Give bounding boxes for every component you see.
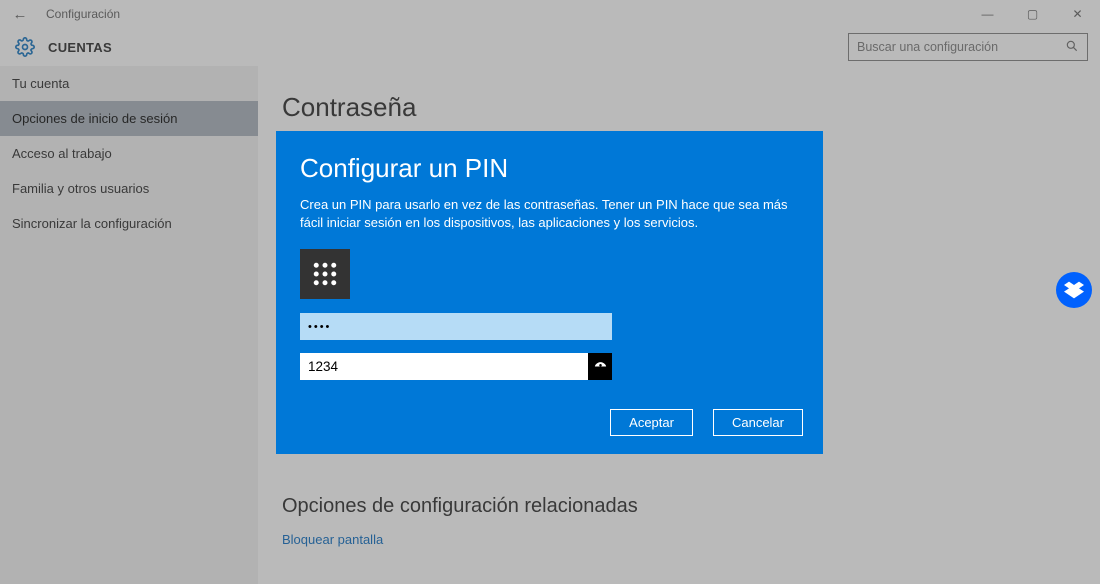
reveal-password-button[interactable] bbox=[588, 353, 612, 380]
pin-field-2[interactable] bbox=[300, 353, 612, 380]
pin-field-1[interactable]: •••• bbox=[300, 313, 612, 340]
cancel-button[interactable]: Cancelar bbox=[713, 409, 803, 436]
pin-confirm-input[interactable] bbox=[300, 353, 588, 380]
accept-button[interactable]: Aceptar bbox=[610, 409, 693, 436]
pin-masked-value: •••• bbox=[300, 321, 612, 333]
pin-dialog: Configurar un PIN Crea un PIN para usarl… bbox=[276, 131, 823, 454]
keypad-icon bbox=[300, 249, 350, 299]
dropbox-fab[interactable] bbox=[1056, 272, 1092, 308]
dialog-title: Configurar un PIN bbox=[300, 153, 799, 184]
dialog-description: Crea un PIN para usarlo en vez de las co… bbox=[300, 196, 790, 231]
